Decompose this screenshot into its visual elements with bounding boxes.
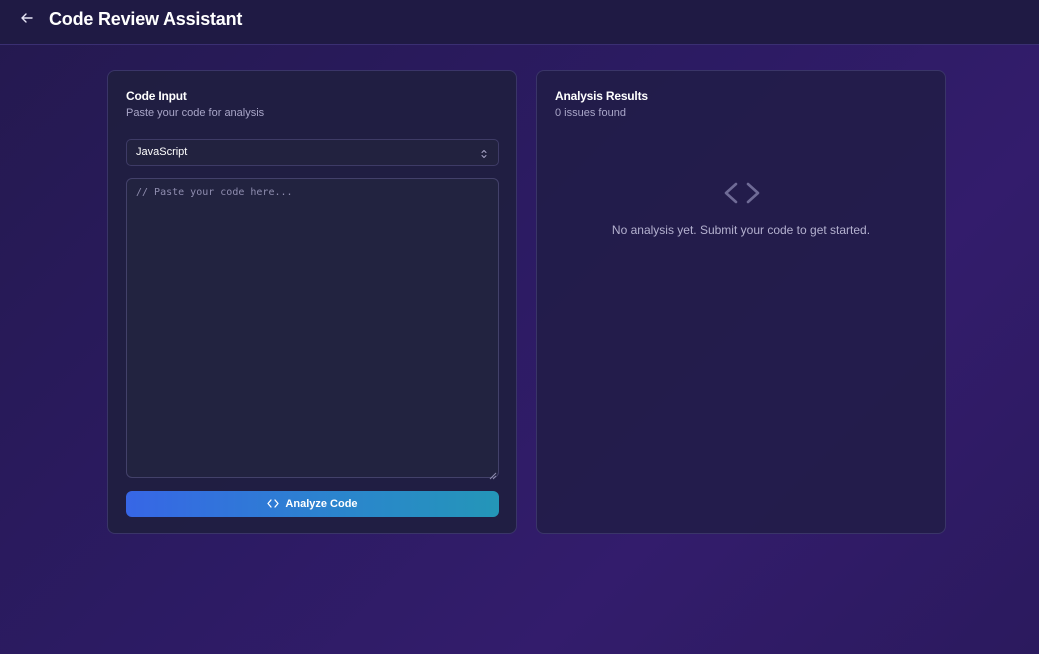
issues-count: 0 issues found [555,107,626,119]
page-title: Code Review Assistant [49,9,243,29]
arrow-left-icon [20,11,34,30]
code-input-title: Code Input [126,89,187,103]
analyze-code-button[interactable]: Analyze Code [126,491,499,517]
code-input-panel: Code Input Paste your code for analysis … [107,70,517,534]
code-icon [723,181,761,205]
analysis-results-panel: Analysis Results 0 issues found No analy… [536,70,946,534]
language-select[interactable]: JavaScript [126,139,499,166]
chevron-up-down-icon [480,147,488,159]
empty-state-message: No analysis yet. Submit your code to get… [611,223,871,237]
back-button[interactable] [18,11,36,29]
app-header: Code Review Assistant [0,0,1039,45]
code-icon [267,495,280,513]
language-select-value: JavaScript [136,146,188,158]
analysis-results-title: Analysis Results [555,89,648,103]
code-input-subtitle: Paste your code for analysis [126,107,265,119]
code-input-field[interactable] [126,178,499,478]
resize-handle-icon[interactable] [488,467,497,480]
analyze-code-label: Analyze Code [285,498,358,510]
